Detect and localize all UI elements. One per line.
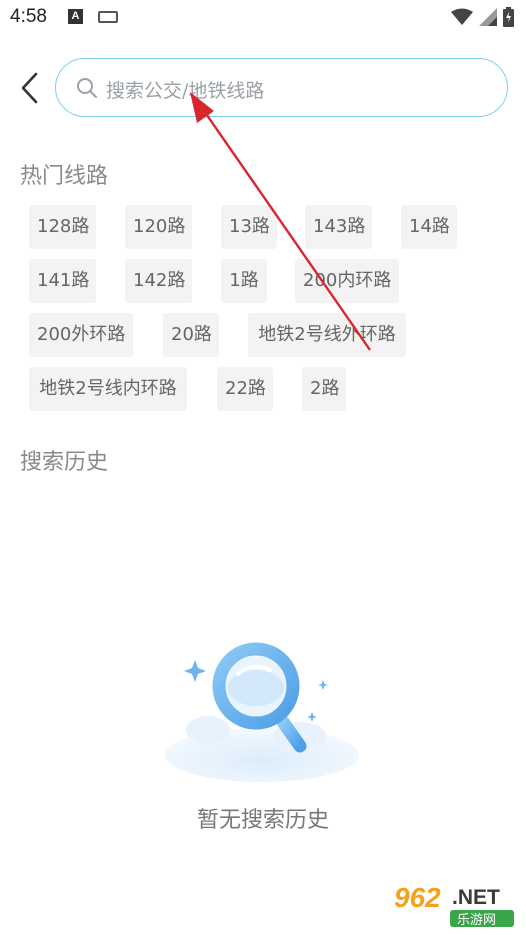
hot-lines-title: 热门线路 bbox=[20, 164, 109, 189]
hot-line-tag[interactable]: 200外环路 bbox=[29, 313, 133, 357]
back-button[interactable] bbox=[12, 70, 46, 106]
status-time: 4:58 bbox=[10, 6, 47, 27]
status-bar: 4:58 A bbox=[0, 0, 526, 36]
hot-line-tag[interactable]: 128路 bbox=[29, 205, 96, 249]
hot-line-tag[interactable]: 13路 bbox=[221, 205, 277, 249]
hot-line-tag[interactable]: 地铁2号线内环路 bbox=[29, 367, 187, 411]
svg-text:乐游网: 乐游网 bbox=[457, 913, 496, 928]
hot-line-tag[interactable]: 地铁2号线外环路 bbox=[248, 313, 406, 357]
magnifier-illustration bbox=[165, 642, 359, 782]
search-input[interactable]: 搜索公交/地铁线路 bbox=[55, 58, 508, 117]
hot-line-tag[interactable]: 143路 bbox=[305, 205, 372, 249]
watermark-logo-icon: 962 .NET 乐游网 bbox=[394, 882, 514, 928]
hot-line-tag[interactable]: 14路 bbox=[401, 205, 457, 249]
signal-icon bbox=[479, 8, 497, 26]
hot-line-tag[interactable]: 20路 bbox=[163, 313, 219, 357]
hot-line-tag[interactable]: 2路 bbox=[302, 367, 346, 411]
hot-line-tag[interactable]: 200内环路 bbox=[295, 259, 399, 303]
history-title: 搜索历史 bbox=[20, 450, 109, 475]
hot-line-tag[interactable]: 22路 bbox=[217, 367, 273, 411]
hot-line-tag[interactable]: 120路 bbox=[125, 205, 192, 249]
notification-badge-icon: A bbox=[68, 9, 83, 24]
hot-line-tag[interactable]: 1路 bbox=[221, 259, 267, 303]
keyboard-icon bbox=[98, 11, 118, 23]
watermark-logo: 962 .NET 乐游网 bbox=[390, 877, 518, 929]
hot-line-tag[interactable]: 141路 bbox=[29, 259, 96, 303]
search-placeholder: 搜索公交/地铁线路 bbox=[106, 80, 265, 102]
hot-line-tag[interactable]: 142路 bbox=[125, 259, 192, 303]
svg-text:.NET: .NET bbox=[452, 886, 500, 909]
back-arrow-icon bbox=[21, 72, 38, 104]
battery-icon bbox=[503, 7, 514, 27]
status-icons bbox=[451, 6, 514, 28]
empty-history-text: 暂无搜索历史 bbox=[196, 808, 329, 833]
search-icon bbox=[77, 78, 97, 98]
svg-text:962: 962 bbox=[394, 882, 441, 913]
wifi-icon bbox=[451, 8, 473, 25]
